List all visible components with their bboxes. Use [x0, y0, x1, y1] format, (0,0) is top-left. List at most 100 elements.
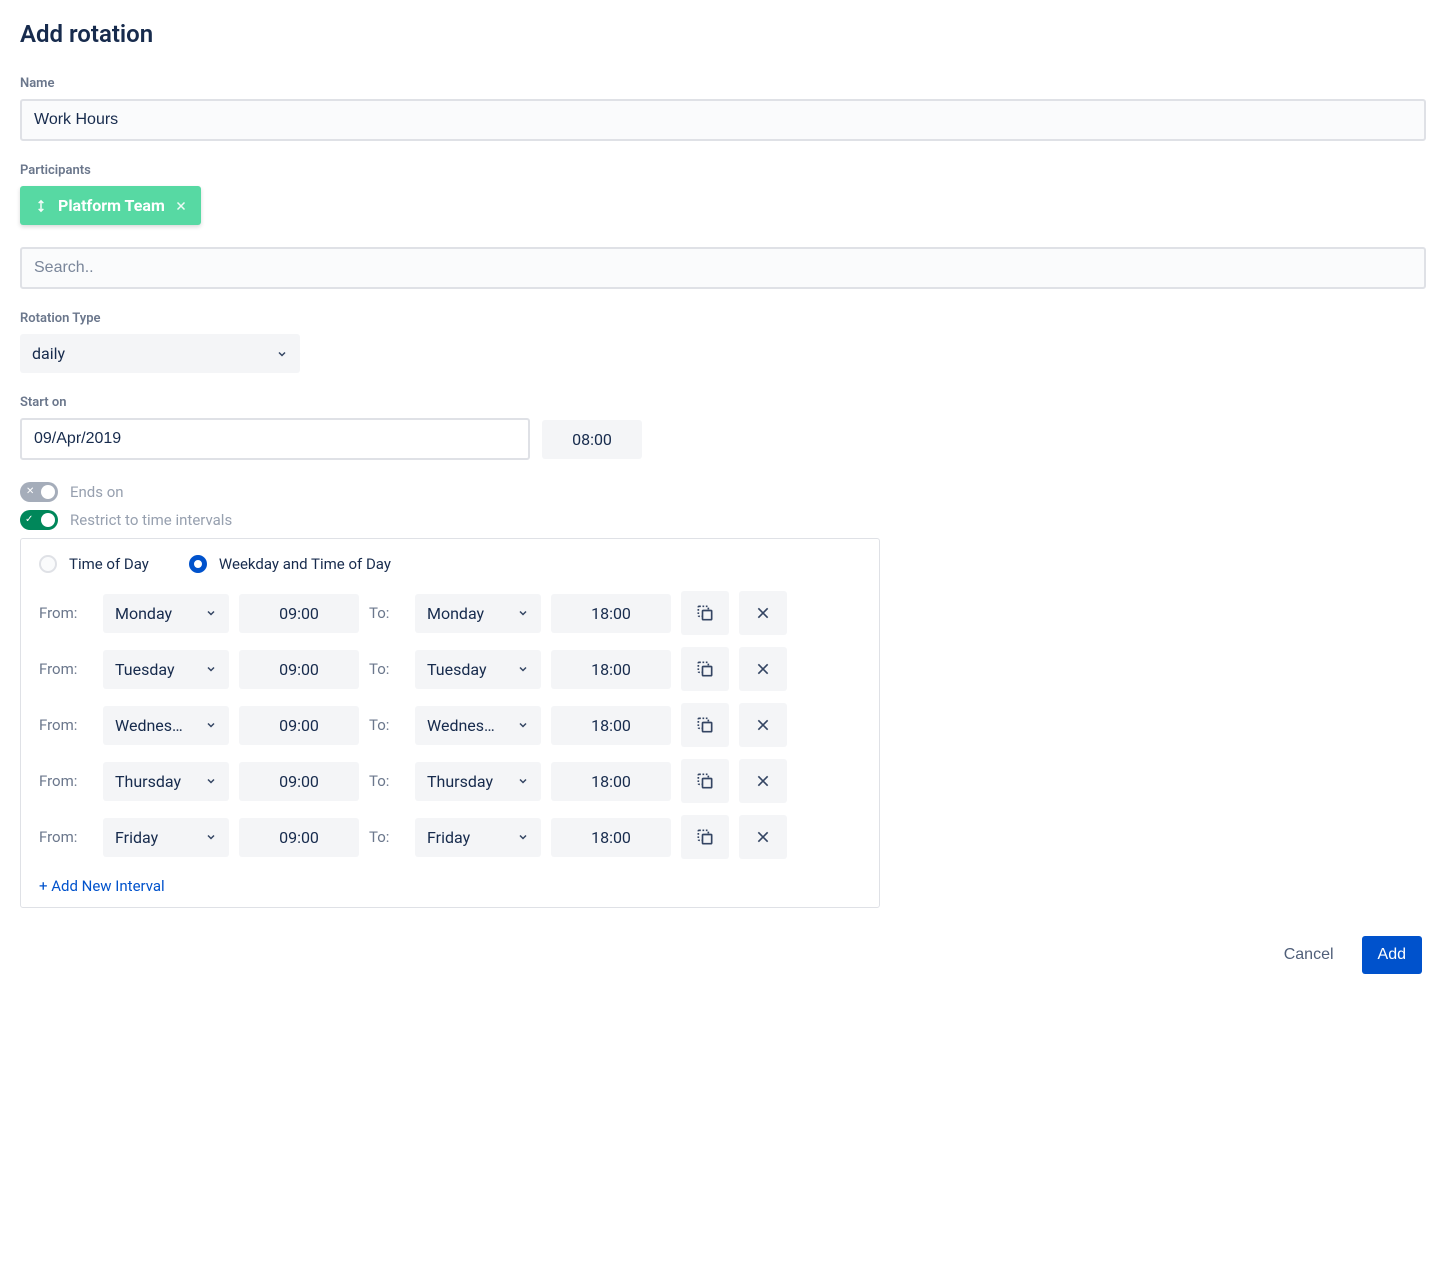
restrict-toggle[interactable]: ✓ — [20, 510, 58, 530]
remove-interval-button[interactable] — [739, 759, 787, 803]
participants-search-input[interactable] — [20, 247, 1426, 289]
remove-participant-icon[interactable] — [175, 200, 187, 212]
ends-on-label: Ends on — [70, 483, 124, 501]
participant-tag[interactable]: Platform Team — [20, 186, 201, 225]
from-time-select[interactable]: 09:00 — [239, 706, 359, 745]
to-day-select[interactable]: Friday — [415, 818, 541, 857]
to-time-value: 18:00 — [591, 660, 631, 679]
from-label: From: — [39, 604, 93, 622]
from-day-select[interactable]: Thursday — [103, 762, 229, 801]
close-icon — [755, 605, 771, 621]
chevron-down-icon — [517, 719, 529, 731]
to-label: To: — [369, 604, 405, 622]
interval-row: From: Wednes… 09:00 To: Wednes… 18:00 — [39, 703, 861, 747]
interval-row: From: Friday 09:00 To: Friday 18:00 — [39, 815, 861, 859]
to-label: To: — [369, 716, 405, 734]
to-time-select[interactable]: 18:00 — [551, 818, 671, 857]
name-input[interactable] — [20, 99, 1426, 141]
to-day-value: Thursday — [427, 772, 493, 791]
team-icon — [34, 199, 48, 213]
copy-interval-button[interactable] — [681, 591, 729, 635]
restrict-panel: Time of Day Weekday and Time of Day From… — [20, 538, 880, 908]
copy-icon — [695, 827, 715, 847]
to-time-select[interactable]: 18:00 — [551, 594, 671, 633]
rotation-type-value: daily — [32, 344, 65, 363]
to-day-value: Tuesday — [427, 660, 487, 679]
close-icon — [755, 829, 771, 845]
rotation-type-select[interactable]: daily — [20, 334, 300, 373]
to-time-value: 18:00 — [591, 716, 631, 735]
start-time-select[interactable]: 08:00 — [542, 420, 642, 459]
from-time-select[interactable]: 09:00 — [239, 818, 359, 857]
from-time-select[interactable]: 09:00 — [239, 650, 359, 689]
interval-row: From: Thursday 09:00 To: Thursday 18:00 — [39, 759, 861, 803]
chevron-down-icon — [517, 775, 529, 787]
rotation-type-label: Rotation Type — [20, 311, 1426, 326]
to-day-value: Wednes… — [427, 716, 495, 735]
radio-time-of-day-label: Time of Day — [69, 555, 149, 573]
to-time-value: 18:00 — [591, 604, 631, 623]
to-day-select[interactable]: Monday — [415, 594, 541, 633]
add-interval-link[interactable]: + Add New Interval — [39, 877, 165, 895]
from-time-select[interactable]: 09:00 — [239, 594, 359, 633]
copy-interval-button[interactable] — [681, 647, 729, 691]
remove-interval-button[interactable] — [739, 591, 787, 635]
copy-icon — [695, 771, 715, 791]
start-date-input[interactable] — [20, 418, 530, 460]
interval-row: From: Tuesday 09:00 To: Tuesday 18:00 — [39, 647, 861, 691]
from-day-select[interactable]: Wednes… — [103, 706, 229, 745]
interval-row: From: Monday 09:00 To: Monday 18:00 — [39, 591, 861, 635]
from-day-select[interactable]: Tuesday — [103, 650, 229, 689]
from-label: From: — [39, 660, 93, 678]
from-day-value: Wednes… — [115, 716, 183, 735]
close-icon — [755, 773, 771, 789]
copy-icon — [695, 603, 715, 623]
start-time-value: 08:00 — [572, 430, 612, 449]
from-day-select[interactable]: Monday — [103, 594, 229, 633]
to-time-select[interactable]: 18:00 — [551, 650, 671, 689]
to-day-value: Monday — [427, 604, 484, 623]
from-time-value: 09:00 — [279, 828, 319, 847]
remove-interval-button[interactable] — [739, 703, 787, 747]
to-time-select[interactable]: 18:00 — [551, 706, 671, 745]
chevron-down-icon — [205, 831, 217, 843]
ends-on-toggle[interactable]: ✕ — [20, 482, 58, 502]
radio-time-of-day[interactable]: Time of Day — [39, 555, 149, 573]
radio-icon — [39, 555, 57, 573]
copy-interval-button[interactable] — [681, 815, 729, 859]
toggle-on-icon: ✓ — [25, 515, 33, 525]
from-label: From: — [39, 716, 93, 734]
chevron-down-icon — [517, 831, 529, 843]
chevron-down-icon — [205, 775, 217, 787]
to-day-select[interactable]: Thursday — [415, 762, 541, 801]
to-day-value: Friday — [427, 828, 470, 847]
remove-interval-button[interactable] — [739, 647, 787, 691]
to-label: To: — [369, 772, 405, 790]
add-button[interactable]: Add — [1362, 936, 1422, 974]
cancel-button[interactable]: Cancel — [1268, 936, 1350, 974]
radio-icon — [189, 555, 207, 573]
chevron-down-icon — [517, 663, 529, 675]
from-time-value: 09:00 — [279, 660, 319, 679]
copy-icon — [695, 715, 715, 735]
close-icon — [755, 717, 771, 733]
from-day-value: Thursday — [115, 772, 181, 791]
to-day-select[interactable]: Tuesday — [415, 650, 541, 689]
chevron-down-icon — [276, 348, 288, 360]
toggle-off-icon: ✕ — [26, 487, 34, 497]
close-icon — [755, 661, 771, 677]
to-day-select[interactable]: Wednes… — [415, 706, 541, 745]
to-label: To: — [369, 660, 405, 678]
copy-icon — [695, 659, 715, 679]
remove-interval-button[interactable] — [739, 815, 787, 859]
to-time-select[interactable]: 18:00 — [551, 762, 671, 801]
radio-weekday-time[interactable]: Weekday and Time of Day — [189, 555, 391, 573]
participants-label: Participants — [20, 163, 1426, 178]
from-time-select[interactable]: 09:00 — [239, 762, 359, 801]
copy-interval-button[interactable] — [681, 703, 729, 747]
copy-interval-button[interactable] — [681, 759, 729, 803]
chevron-down-icon — [205, 663, 217, 675]
chevron-down-icon — [205, 719, 217, 731]
from-day-select[interactable]: Friday — [103, 818, 229, 857]
from-day-value: Tuesday — [115, 660, 175, 679]
